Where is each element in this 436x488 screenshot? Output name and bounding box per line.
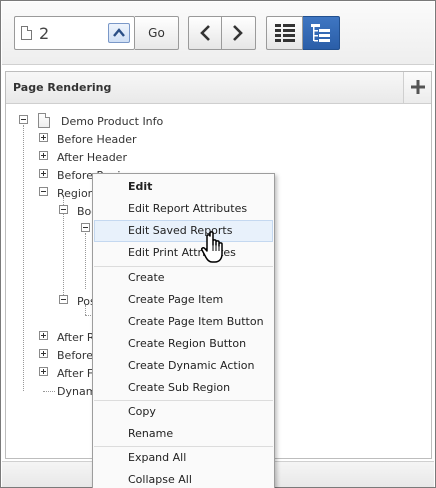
menu-item-expand-all[interactable]: Expand All xyxy=(94,447,273,469)
tree-connector xyxy=(23,125,24,391)
panel-title: Page Rendering xyxy=(13,81,112,94)
plus-icon xyxy=(411,80,425,94)
panel-header: Page Rendering xyxy=(6,72,431,104)
next-page-button[interactable] xyxy=(222,16,256,50)
page-icon xyxy=(21,26,32,40)
go-button[interactable]: Go xyxy=(135,16,179,50)
menu-item-edit[interactable]: Edit xyxy=(94,176,273,198)
tree-connector xyxy=(43,391,55,392)
toolbar: Go xyxy=(2,2,434,65)
grid-view-button[interactable] xyxy=(266,16,303,50)
tree-toggle-body[interactable] xyxy=(59,205,68,214)
tree-connector xyxy=(85,305,86,315)
tree-toggle-after-header[interactable] xyxy=(39,151,48,160)
grid-view-icon xyxy=(275,24,295,42)
menu-item-collapse-all[interactable]: Collapse All xyxy=(94,469,273,488)
hand-pointer-icon xyxy=(201,231,223,263)
tree-item-before-header[interactable]: Before Header xyxy=(57,133,137,146)
menu-item-rename[interactable]: Rename xyxy=(94,423,273,445)
menu-item-copy[interactable]: Copy xyxy=(94,401,273,423)
page-number-input[interactable] xyxy=(39,23,109,43)
tree-toggle-regions[interactable] xyxy=(39,187,48,196)
context-menu: Edit Edit Report Attributes Edit Saved R… xyxy=(92,173,275,488)
tree-toggle-before-header[interactable] xyxy=(39,133,48,142)
tree-view-button[interactable] xyxy=(303,16,340,50)
chevron-left-icon xyxy=(200,25,210,41)
menu-item-create-page-item-button[interactable]: Create Page Item Button xyxy=(94,311,273,333)
menu-item-edit-report-attributes[interactable]: Edit Report Attributes xyxy=(94,198,273,220)
page-document-icon xyxy=(38,113,50,128)
tree-toggle-body-child[interactable] xyxy=(81,223,90,232)
tree-toggle-after-footer[interactable] xyxy=(39,367,48,376)
page-selector xyxy=(14,16,135,50)
window-frame: Go Page Render xyxy=(0,0,436,488)
tree-view-icon xyxy=(311,24,330,42)
tree-toggle-after-regions[interactable] xyxy=(39,331,48,340)
tree-item-root[interactable]: Demo Product Info xyxy=(61,115,163,128)
menu-item-create-sub-region[interactable]: Create Sub Region xyxy=(94,377,273,399)
menu-item-create-region-button[interactable]: Create Region Button xyxy=(94,333,273,355)
page-list-button[interactable] xyxy=(108,23,130,43)
menu-item-edit-print-attributes[interactable]: Edit Print Attributes xyxy=(94,242,273,264)
menu-item-create-dynamic-action[interactable]: Create Dynamic Action xyxy=(94,355,273,377)
chevron-up-icon xyxy=(113,28,125,37)
chevron-right-icon xyxy=(233,25,243,41)
menu-item-create-page-item[interactable]: Create Page Item xyxy=(94,289,273,311)
tree-toggle-before-regions[interactable] xyxy=(39,169,48,178)
tree-toggle-position[interactable] xyxy=(59,295,68,304)
tree-toggle-before-footer[interactable] xyxy=(39,349,48,358)
previous-page-button[interactable] xyxy=(188,16,222,50)
tree-toggle-root[interactable] xyxy=(19,115,28,124)
menu-item-create[interactable]: Create xyxy=(94,267,273,289)
tree-item-after-header[interactable]: After Header xyxy=(57,151,127,164)
tree-connector xyxy=(85,233,86,289)
menu-item-edit-saved-reports[interactable]: Edit Saved Reports xyxy=(94,220,273,242)
add-button[interactable] xyxy=(403,72,431,103)
